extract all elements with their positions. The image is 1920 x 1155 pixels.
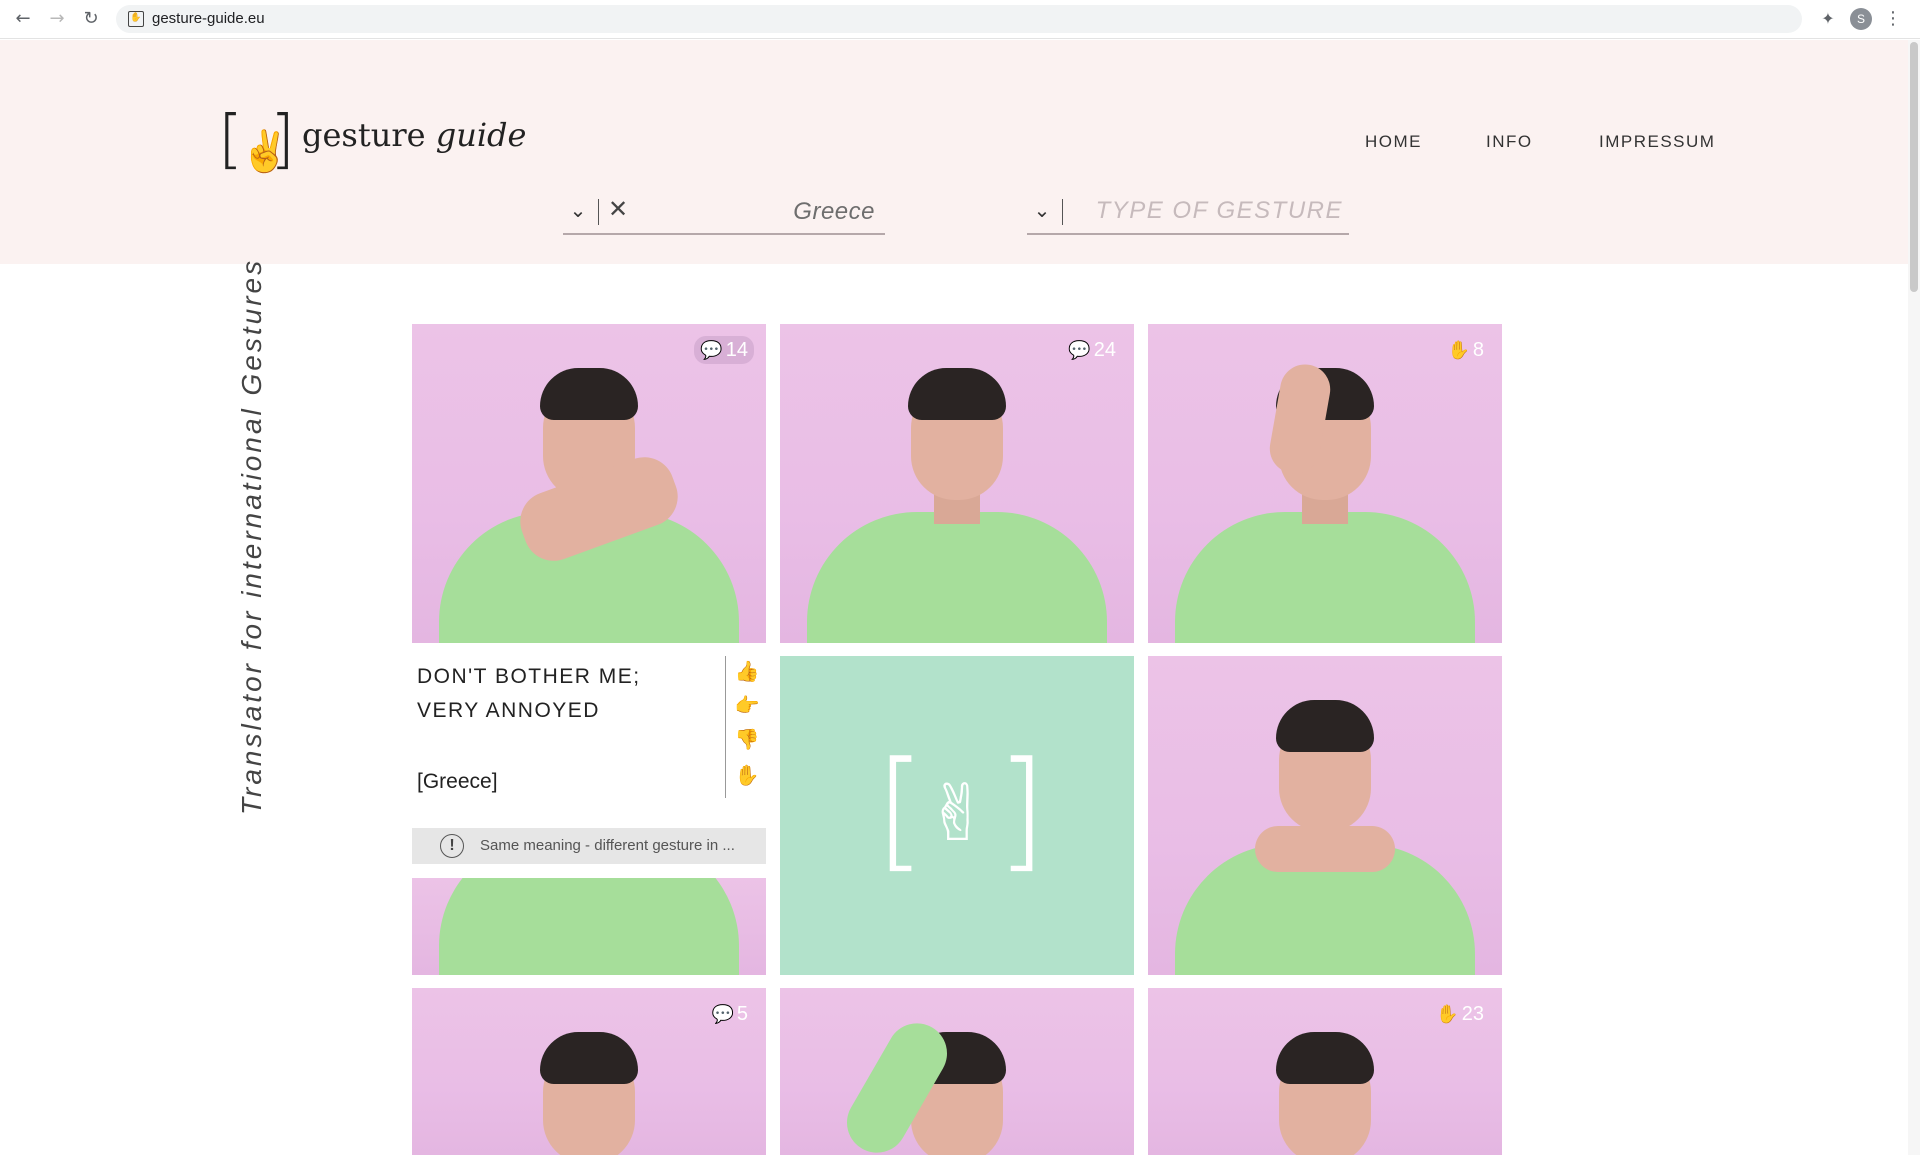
gesture-meaning-title: DON'T BOTHER ME; VERY ANNOYED	[417, 665, 641, 722]
nav-info[interactable]: INFO	[1486, 132, 1533, 152]
country-select[interactable]: ⌄ ✕ Greece	[563, 193, 885, 235]
chevron-down-icon[interactable]: ⌄	[1031, 199, 1053, 221]
gesture-country: [Greece]	[417, 770, 498, 793]
profile-avatar[interactable]: S	[1850, 8, 1872, 30]
gesture-detail-card[interactable]: DON'T BOTHER ME; VERY ANNOYED [Greece] 👍…	[412, 656, 766, 975]
thumbs-down-icon[interactable]: 👎	[733, 724, 761, 754]
speech-bubble-icon: 💬	[1068, 340, 1091, 360]
gesture-tile[interactable]	[780, 988, 1134, 1155]
chevron-down-icon[interactable]: ⌄	[567, 199, 589, 221]
gesture-type-select[interactable]: ⌄ TYPE OF GESTURE	[1027, 193, 1349, 235]
scroll-thumb[interactable]	[1910, 42, 1918, 292]
same-meaning-notice[interactable]: ! Same meaning - different gesture in ..…	[412, 828, 766, 864]
logo-hand-icon: ✌	[925, 769, 991, 859]
speech-bubble-icon: 💬	[700, 340, 723, 360]
gesture-tile[interactable]: 💬 5	[412, 988, 766, 1155]
reload-icon[interactable]: ↻	[80, 8, 102, 30]
logo-tile: [ ✌ ]	[780, 656, 1134, 975]
comment-count-badge: 💬 5	[705, 1000, 754, 1028]
site-tagline: Translator for international Gestures	[236, 257, 267, 815]
gesture-tile[interactable]	[1148, 656, 1502, 975]
browser-toolbar: ← → ↻ ✋ gesture-guide.eu ✦ S ⋮	[0, 0, 1920, 39]
comment-count-badge: 💬 14	[694, 336, 754, 364]
address-bar[interactable]: ✋ gesture-guide.eu	[116, 5, 1802, 33]
gesture-type-placeholder: TYPE OF GESTURE	[1095, 197, 1343, 224]
site-header: [ ✌ ] gesture guide HOME INFO IMPRESSUM	[0, 40, 1908, 264]
logo-text: gesture guide	[302, 116, 527, 154]
nav-home[interactable]: HOME	[1365, 132, 1422, 152]
exclamation-icon: !	[440, 834, 464, 858]
gesture-count-badge: ✋ 23	[1430, 1000, 1490, 1028]
back-icon[interactable]: ←	[12, 8, 34, 30]
site-logo[interactable]: [ ✌ ] gesture guide	[218, 103, 526, 177]
forward-icon[interactable]: →	[46, 8, 68, 30]
country-select-value: Greece	[793, 198, 875, 225]
logo-bracket-right: ]	[270, 103, 295, 177]
select-divider	[598, 199, 599, 225]
gesture-tile[interactable]: ✋ 23	[1148, 988, 1502, 1155]
gesture-tile[interactable]: ✋ 8	[1148, 324, 1502, 643]
url-text[interactable]: gesture-guide.eu	[152, 10, 265, 27]
gesture-tile[interactable]: 💬 24	[780, 324, 1134, 643]
video-preview[interactable]	[412, 878, 766, 975]
comment-count-badge: 💬 24	[1062, 336, 1122, 364]
logo-bracket-left: [	[875, 733, 926, 885]
more-menu-icon[interactable]: ⋮	[1884, 8, 1902, 30]
hand-gesture-icon[interactable]: ✋	[733, 760, 761, 790]
logo-bracket-right: ]	[996, 733, 1047, 885]
card-divider	[725, 656, 726, 798]
thumbs-up-icon[interactable]: 👍	[733, 656, 761, 686]
hand-icon: ✋	[1447, 340, 1470, 360]
hand-icon: ✋	[1436, 1004, 1459, 1024]
select-divider	[1062, 199, 1063, 225]
pointing-hand-icon[interactable]: 👉	[733, 690, 761, 720]
favicon-icon: ✋	[128, 11, 144, 27]
speech-bubble-icon: 💬	[711, 1004, 734, 1024]
gesture-tile[interactable]: 💬 14	[412, 324, 766, 643]
gesture-count-badge: ✋ 8	[1441, 336, 1490, 364]
extensions-icon[interactable]: ✦	[1818, 9, 1838, 29]
same-meaning-text: Same meaning - different gesture in ...	[480, 837, 735, 854]
page-scrollbar[interactable]	[1908, 40, 1920, 1155]
clear-icon[interactable]: ✕	[607, 195, 629, 223]
nav-impressum[interactable]: IMPRESSUM	[1599, 132, 1715, 152]
